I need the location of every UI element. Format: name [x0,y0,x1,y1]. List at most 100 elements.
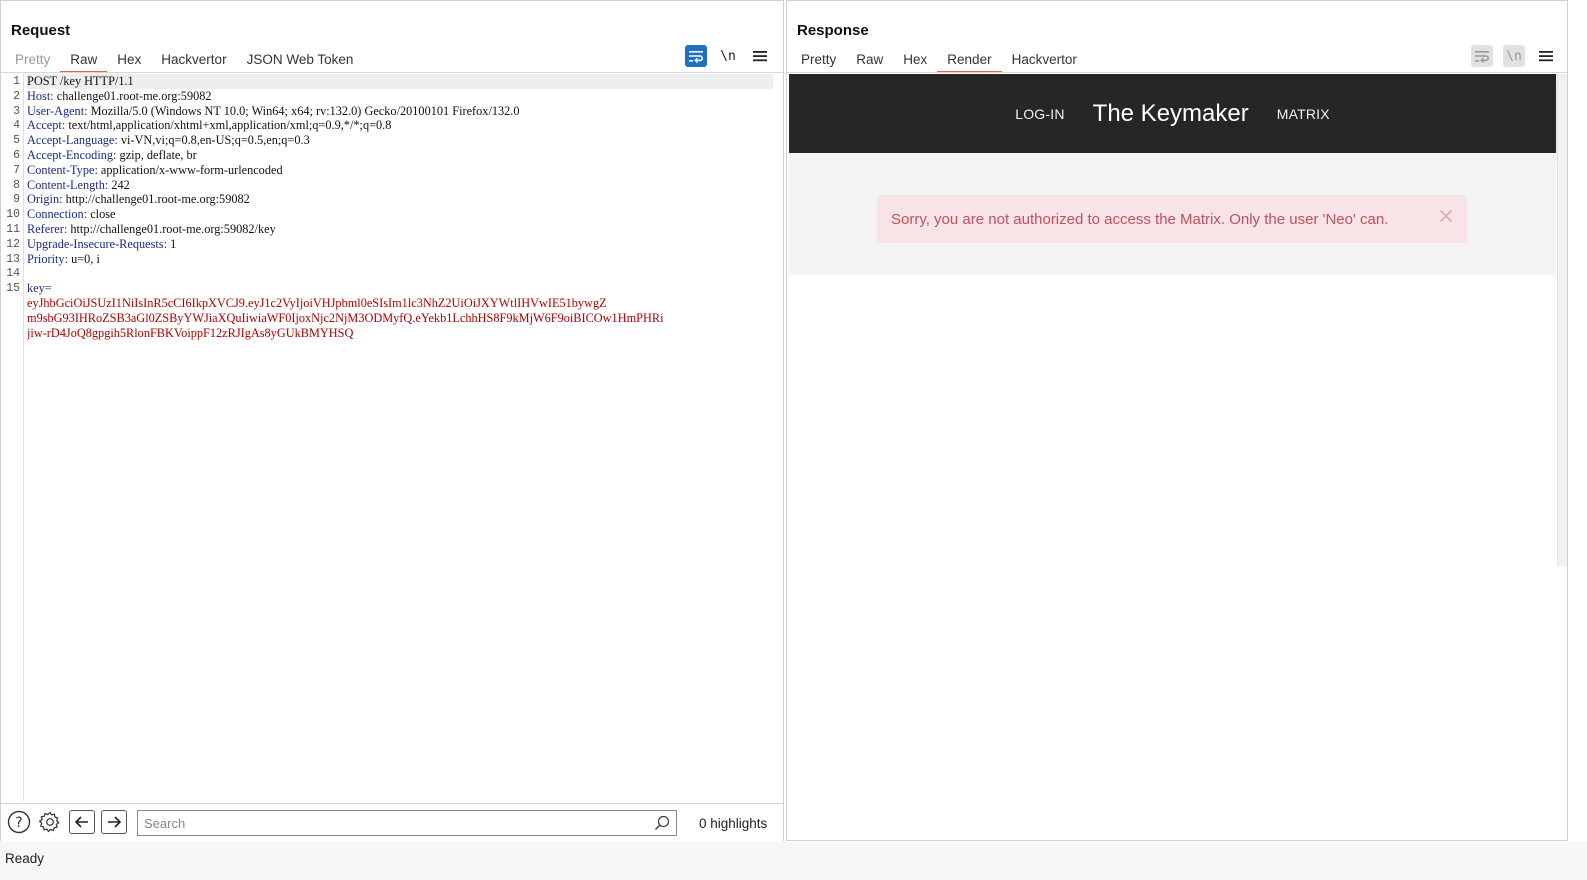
header-value: 242 [108,177,130,192]
status-text: Ready [5,851,45,866]
header-name: Referer: [27,221,68,236]
header-name: Host: [27,88,54,103]
tab-render[interactable]: Render [937,49,1002,73]
arrow-left-icon[interactable] [69,810,95,834]
line-number: 6 [13,149,20,162]
line-number: 3 [13,104,20,118]
error-alert: Sorry, you are not authorized to access … [877,195,1467,243]
line-number: 15 [6,282,20,296]
newline-toggle-button[interactable]: \n [717,45,739,67]
header-value: text/html,application/xhtml+xml,applicat… [65,118,392,133]
header-value: Mozilla/5.0 (Windows NT 10.0; Win64; x64… [87,103,520,118]
svg-text:?: ? [15,815,22,831]
request-tabs-divider [1,72,783,73]
body-param-line: key= [27,281,773,296]
rendered-page: LOG-IN The Keymaker MATRIX Sorry, you ar… [789,74,1557,840]
response-tabs: Pretty Raw Hex Render Hackvertor [791,49,1087,73]
tab-hex[interactable]: Hex [117,49,141,73]
header-name: User-Agent: [27,103,88,118]
header-name: Connection: [27,207,88,222]
newline-toggle-button[interactable]: \n [1503,45,1525,67]
line-number: 8 [13,178,20,192]
line-number: 5 [13,134,20,148]
header-line: Content-Length: 242 [27,178,773,193]
header-line: Accept-Language: vi-VN,vi;q=0.8,en-US;q=… [27,133,773,148]
body-param-value: eyJhbGciOiJSUzI1NiIsInR5cCI6IkpXVCJ9.eyJ… [27,295,607,310]
body-param-value-line: eyJhbGciOiJSUzI1NiIsInR5cCI6IkpXVCJ9.eyJ… [27,296,773,311]
header-line: User-Agent: Mozilla/5.0 (Windows NT 10.0… [27,104,773,119]
word-wrap-icon[interactable] [685,45,707,67]
line-number: 9 [13,193,20,207]
header-name: Accept: [27,118,66,133]
header-name: Upgrade-Insecure-Requests: [27,236,167,251]
header-name: Content-Length: [27,177,109,192]
site-navbar: LOG-IN The Keymaker MATRIX [789,74,1556,153]
response-toolbar: \n [1461,45,1557,67]
header-value: vi-VN,vi;q=0.8,en-US;q=0.5,en;q=0.3 [117,133,310,148]
header-name: Content-Type: [27,162,98,177]
line-number: 1 [13,75,20,88]
line-number: 11 [6,223,20,236]
request-search-bar: ? 0 highlights [1,803,783,841]
nav-login-link[interactable]: LOG-IN [1015,106,1064,122]
request-code[interactable]: POST /key HTTP/1.1 Host: challenge01.root… [27,74,773,340]
tab-hex[interactable]: Hex [903,49,927,73]
header-line: Upgrade-Insecure-Requests: 1 [27,237,773,252]
tab-hackvertor[interactable]: Hackvertor [1012,49,1077,73]
line-number: 14 [6,267,20,281]
close-icon[interactable] [1439,209,1453,226]
alert-message: Sorry, you are not authorized to access … [891,210,1389,228]
header-line: Origin: http://challenge01.root-me.org:5… [27,192,773,207]
highlights-count: 0 highlights [699,816,768,831]
nav-matrix-link[interactable]: MATRIX [1277,106,1330,122]
tab-pretty[interactable]: Pretty [15,49,50,73]
header-value: close [87,207,116,222]
body-param-value-line: m9sbG93IHRoZSB3aGl0ZSByYWJiaXQuIiwiaWF0I… [27,311,773,326]
hamburger-menu-icon[interactable] [1535,45,1557,67]
request-pane: Request Pretty Raw Hex Hackvertor JSON W… [0,0,784,841]
hamburger-menu-icon[interactable] [749,45,771,67]
header-value: 1 [167,236,177,251]
word-wrap-icon[interactable] [1471,45,1493,67]
header-value: http://challenge01.root-me.org:59082/key [67,221,276,236]
request-editor[interactable]: 1 2 3 4 5 6 7 8 9 10 11 12 13 14 15 POST /key HTTP/1.1… [1,74,783,801]
tab-raw[interactable]: Raw [60,49,108,73]
line-number: 12 [6,237,20,251]
request-line: POST /key HTTP/1.1 [27,74,773,89]
header-line: Host: challenge01.root-me.org:59082 [27,89,773,104]
response-scrollbar[interactable] [1557,74,1567,566]
tab-pretty[interactable]: Pretty [801,49,836,73]
header-line: Priority: u=0, i [27,252,773,267]
line-number: 4 [13,119,20,133]
tab-json-web-token[interactable]: JSON Web Token [247,49,354,73]
arrow-right-icon[interactable] [101,810,127,834]
line-number: 10 [6,208,20,222]
line-number: 13 [6,252,20,266]
request-tabs: Pretty Raw Hex Hackvertor JSON Web Token [5,49,363,73]
body-param-value: jiw-rD4JoQ8gpgih5RlonFBKVoippF12zRJIgAs8… [27,325,354,340]
status-bar: Ready [0,842,1587,880]
tab-hackvertor[interactable]: Hackvertor [161,49,226,73]
gear-icon[interactable] [37,809,63,835]
search-icon[interactable] [654,815,670,834]
header-line: Content-Type: application/x-www-form-url… [27,163,773,178]
header-value: u=0, i [68,251,100,266]
line-number: 2 [13,89,20,103]
response-title: Response [797,22,869,39]
header-name: Priority: [27,251,68,266]
body-param-name: key= [27,281,52,296]
header-value: http://challenge01.root-me.org:59082 [62,192,250,207]
help-circle-icon[interactable]: ? [6,809,32,835]
line-number-gutter: 1 2 3 4 5 6 7 8 9 10 11 12 13 14 15 [1,74,24,801]
newline-label: \n [1506,48,1522,64]
header-value: application/x-www-form-urlencoded [97,162,283,177]
site-brand[interactable]: The Keymaker [1093,100,1249,128]
body-param-value: m9sbG93IHRoZSB3aGl0ZSByYWJiaXQuIiwiaWF0I… [27,310,664,325]
header-line: Accept: text/html,application/xhtml+xml,… [27,118,773,133]
body-param-value-line: jiw-rD4JoQ8gpgih5RlonFBKVoippF12zRJIgAs8… [27,326,773,341]
header-name: Accept-Encoding: [27,147,117,162]
search-input[interactable] [138,811,638,835]
line-number: 7 [13,163,20,177]
tab-raw[interactable]: Raw [856,49,883,73]
